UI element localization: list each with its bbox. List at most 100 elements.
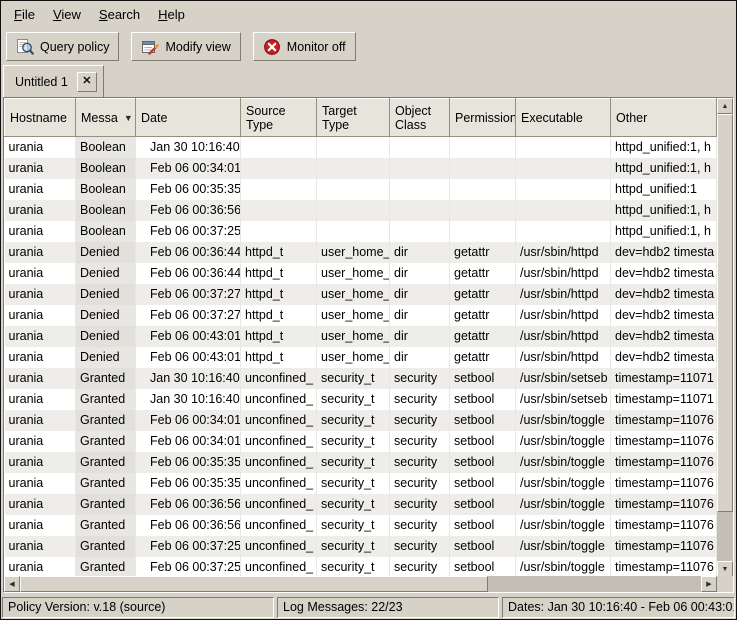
table-cell: security_t (317, 389, 390, 410)
table-row[interactable]: uraniaGrantedFeb 06 00:36:56unconfined_s… (5, 515, 717, 536)
table-cell: dir (390, 284, 450, 305)
horizontal-scrollbar-thumb[interactable] (20, 576, 488, 592)
table-cell: dir (390, 242, 450, 263)
table-cell: setbool (450, 389, 516, 410)
table-cell: dir (390, 263, 450, 284)
table-cell: dir (390, 326, 450, 347)
table-row[interactable]: uraniaBooleanFeb 06 00:37:25httpd_unifie… (5, 221, 717, 242)
table-row[interactable]: uraniaGrantedJan 30 10:16:40unconfined_s… (5, 368, 717, 389)
column-header-hostname[interactable]: Hostname (5, 99, 76, 137)
column-header-target-type[interactable]: Target Type (317, 99, 390, 137)
table-cell: timestamp=11076 (611, 536, 717, 557)
table-cell: /usr/sbin/setseb (516, 389, 611, 410)
query-policy-icon (16, 38, 34, 56)
table-row[interactable]: uraniaDeniedFeb 06 00:43:01httpd_tuser_h… (5, 347, 717, 368)
table-cell: Granted (76, 389, 136, 410)
column-header-executable[interactable]: Executable (516, 99, 611, 137)
table-row[interactable]: uraniaDeniedFeb 06 00:36:44httpd_tuser_h… (5, 263, 717, 284)
scroll-left-button[interactable]: ◀ (4, 576, 20, 592)
table-cell: httpd_t (241, 347, 317, 368)
table-cell: /usr/sbin/httpd (516, 263, 611, 284)
column-header-message[interactable]: Messa▼ (76, 99, 136, 137)
table-cell: Denied (76, 305, 136, 326)
table-row[interactable]: uraniaDeniedFeb 06 00:37:27httpd_tuser_h… (5, 305, 717, 326)
table-cell: timestamp=11076 (611, 515, 717, 536)
table-cell: security (390, 557, 450, 577)
table-row[interactable]: uraniaBooleanFeb 06 00:36:56httpd_unifie… (5, 200, 717, 221)
table-row[interactable]: uraniaGrantedFeb 06 00:34:01unconfined_s… (5, 410, 717, 431)
table-cell: /usr/sbin/toggle (516, 515, 611, 536)
table-cell (317, 200, 390, 221)
table-cell (450, 221, 516, 242)
table-row[interactable]: uraniaGrantedFeb 06 00:35:35unconfined_s… (5, 452, 717, 473)
table-cell: getattr (450, 242, 516, 263)
menu-help[interactable]: Help (149, 3, 194, 26)
table-cell: Feb 06 00:34:01 (136, 158, 241, 179)
scroll-up-button[interactable]: ▲ (717, 98, 733, 114)
button-label: Query policy (40, 40, 109, 54)
table-row[interactable]: uraniaGrantedFeb 06 00:36:56unconfined_s… (5, 494, 717, 515)
tab-close-button[interactable]: ✕ (77, 72, 97, 92)
tab-bar: Untitled 1 ✕ (3, 65, 734, 97)
table-cell: dev=hdb2 timesta (611, 347, 717, 368)
table-cell: security_t (317, 536, 390, 557)
table-cell (317, 158, 390, 179)
table-row[interactable]: uraniaGrantedFeb 06 00:34:01unconfined_s… (5, 431, 717, 452)
table-cell: setbool (450, 557, 516, 577)
table-cell: user_home_ (317, 284, 390, 305)
table-row[interactable]: uraniaGrantedFeb 06 00:37:25unconfined_s… (5, 536, 717, 557)
table-cell: unconfined_ (241, 515, 317, 536)
column-header-object-class[interactable]: Object Class (390, 99, 450, 137)
modify-view-button[interactable]: Modify view (131, 32, 240, 61)
table-cell (516, 158, 611, 179)
column-header-date[interactable]: Date (136, 99, 241, 137)
table-cell (450, 179, 516, 200)
table-cell: urania (5, 158, 76, 179)
vertical-scrollbar[interactable]: ▲ ▼ (717, 98, 733, 577)
table-row[interactable]: uraniaDeniedFeb 06 00:37:27httpd_tuser_h… (5, 284, 717, 305)
table-cell: security (390, 368, 450, 389)
table-cell: unconfined_ (241, 452, 317, 473)
table-cell (390, 137, 450, 159)
table-row[interactable]: uraniaGrantedFeb 06 00:37:25unconfined_s… (5, 557, 717, 577)
table-row[interactable]: uraniaBooleanFeb 06 00:34:01httpd_unifie… (5, 158, 717, 179)
horizontal-scrollbar[interactable]: ◀ ▶ (4, 576, 717, 592)
table-cell: Granted (76, 431, 136, 452)
table-cell: httpd_unified:1, h (611, 200, 717, 221)
log-table-frame: Hostname Messa▼ Date Source Type Target … (3, 97, 734, 593)
table-cell: Boolean (76, 221, 136, 242)
menu-file[interactable]: File (5, 3, 44, 26)
column-header-source-type[interactable]: Source Type (241, 99, 317, 137)
monitor-off-button[interactable]: Monitor off (253, 32, 356, 61)
scroll-down-button[interactable]: ▼ (717, 561, 733, 577)
table-cell: urania (5, 347, 76, 368)
menu-search[interactable]: Search (90, 3, 149, 26)
vertical-scrollbar-thumb[interactable] (717, 114, 733, 512)
table-cell: security_t (317, 410, 390, 431)
column-header-permission[interactable]: Permission (450, 99, 516, 137)
table-cell: httpd_unified:1 (611, 179, 717, 200)
table-row[interactable]: uraniaGrantedJan 30 10:16:40unconfined_s… (5, 389, 717, 410)
menu-view[interactable]: View (44, 3, 90, 26)
table-row[interactable]: uraniaBooleanJan 30 10:16:40httpd_unifie… (5, 137, 717, 159)
table-cell: Jan 30 10:16:40 (136, 368, 241, 389)
menubar: File View Search Help (1, 1, 736, 28)
column-header-other[interactable]: Other (611, 99, 717, 137)
table-cell: urania (5, 137, 76, 159)
query-policy-button[interactable]: Query policy (6, 32, 119, 61)
table-row[interactable]: uraniaDeniedFeb 06 00:43:01httpd_tuser_h… (5, 326, 717, 347)
table-cell: urania (5, 305, 76, 326)
table-cell: Denied (76, 347, 136, 368)
table-row[interactable]: uraniaDeniedFeb 06 00:36:44httpd_tuser_h… (5, 242, 717, 263)
column-label: Target Type (322, 104, 357, 132)
table-row[interactable]: uraniaGrantedFeb 06 00:35:35unconfined_s… (5, 473, 717, 494)
table-cell: Feb 06 00:43:01 (136, 347, 241, 368)
scroll-right-button[interactable]: ▶ (701, 576, 717, 592)
table-cell: Feb 06 00:43:01 (136, 326, 241, 347)
table-cell: security (390, 389, 450, 410)
tab-untitled-1[interactable]: Untitled 1 ✕ (3, 65, 104, 97)
column-label: Messa (81, 111, 118, 125)
table-cell: security_t (317, 515, 390, 536)
table-cell: setbool (450, 452, 516, 473)
table-row[interactable]: uraniaBooleanFeb 06 00:35:35httpd_unifie… (5, 179, 717, 200)
